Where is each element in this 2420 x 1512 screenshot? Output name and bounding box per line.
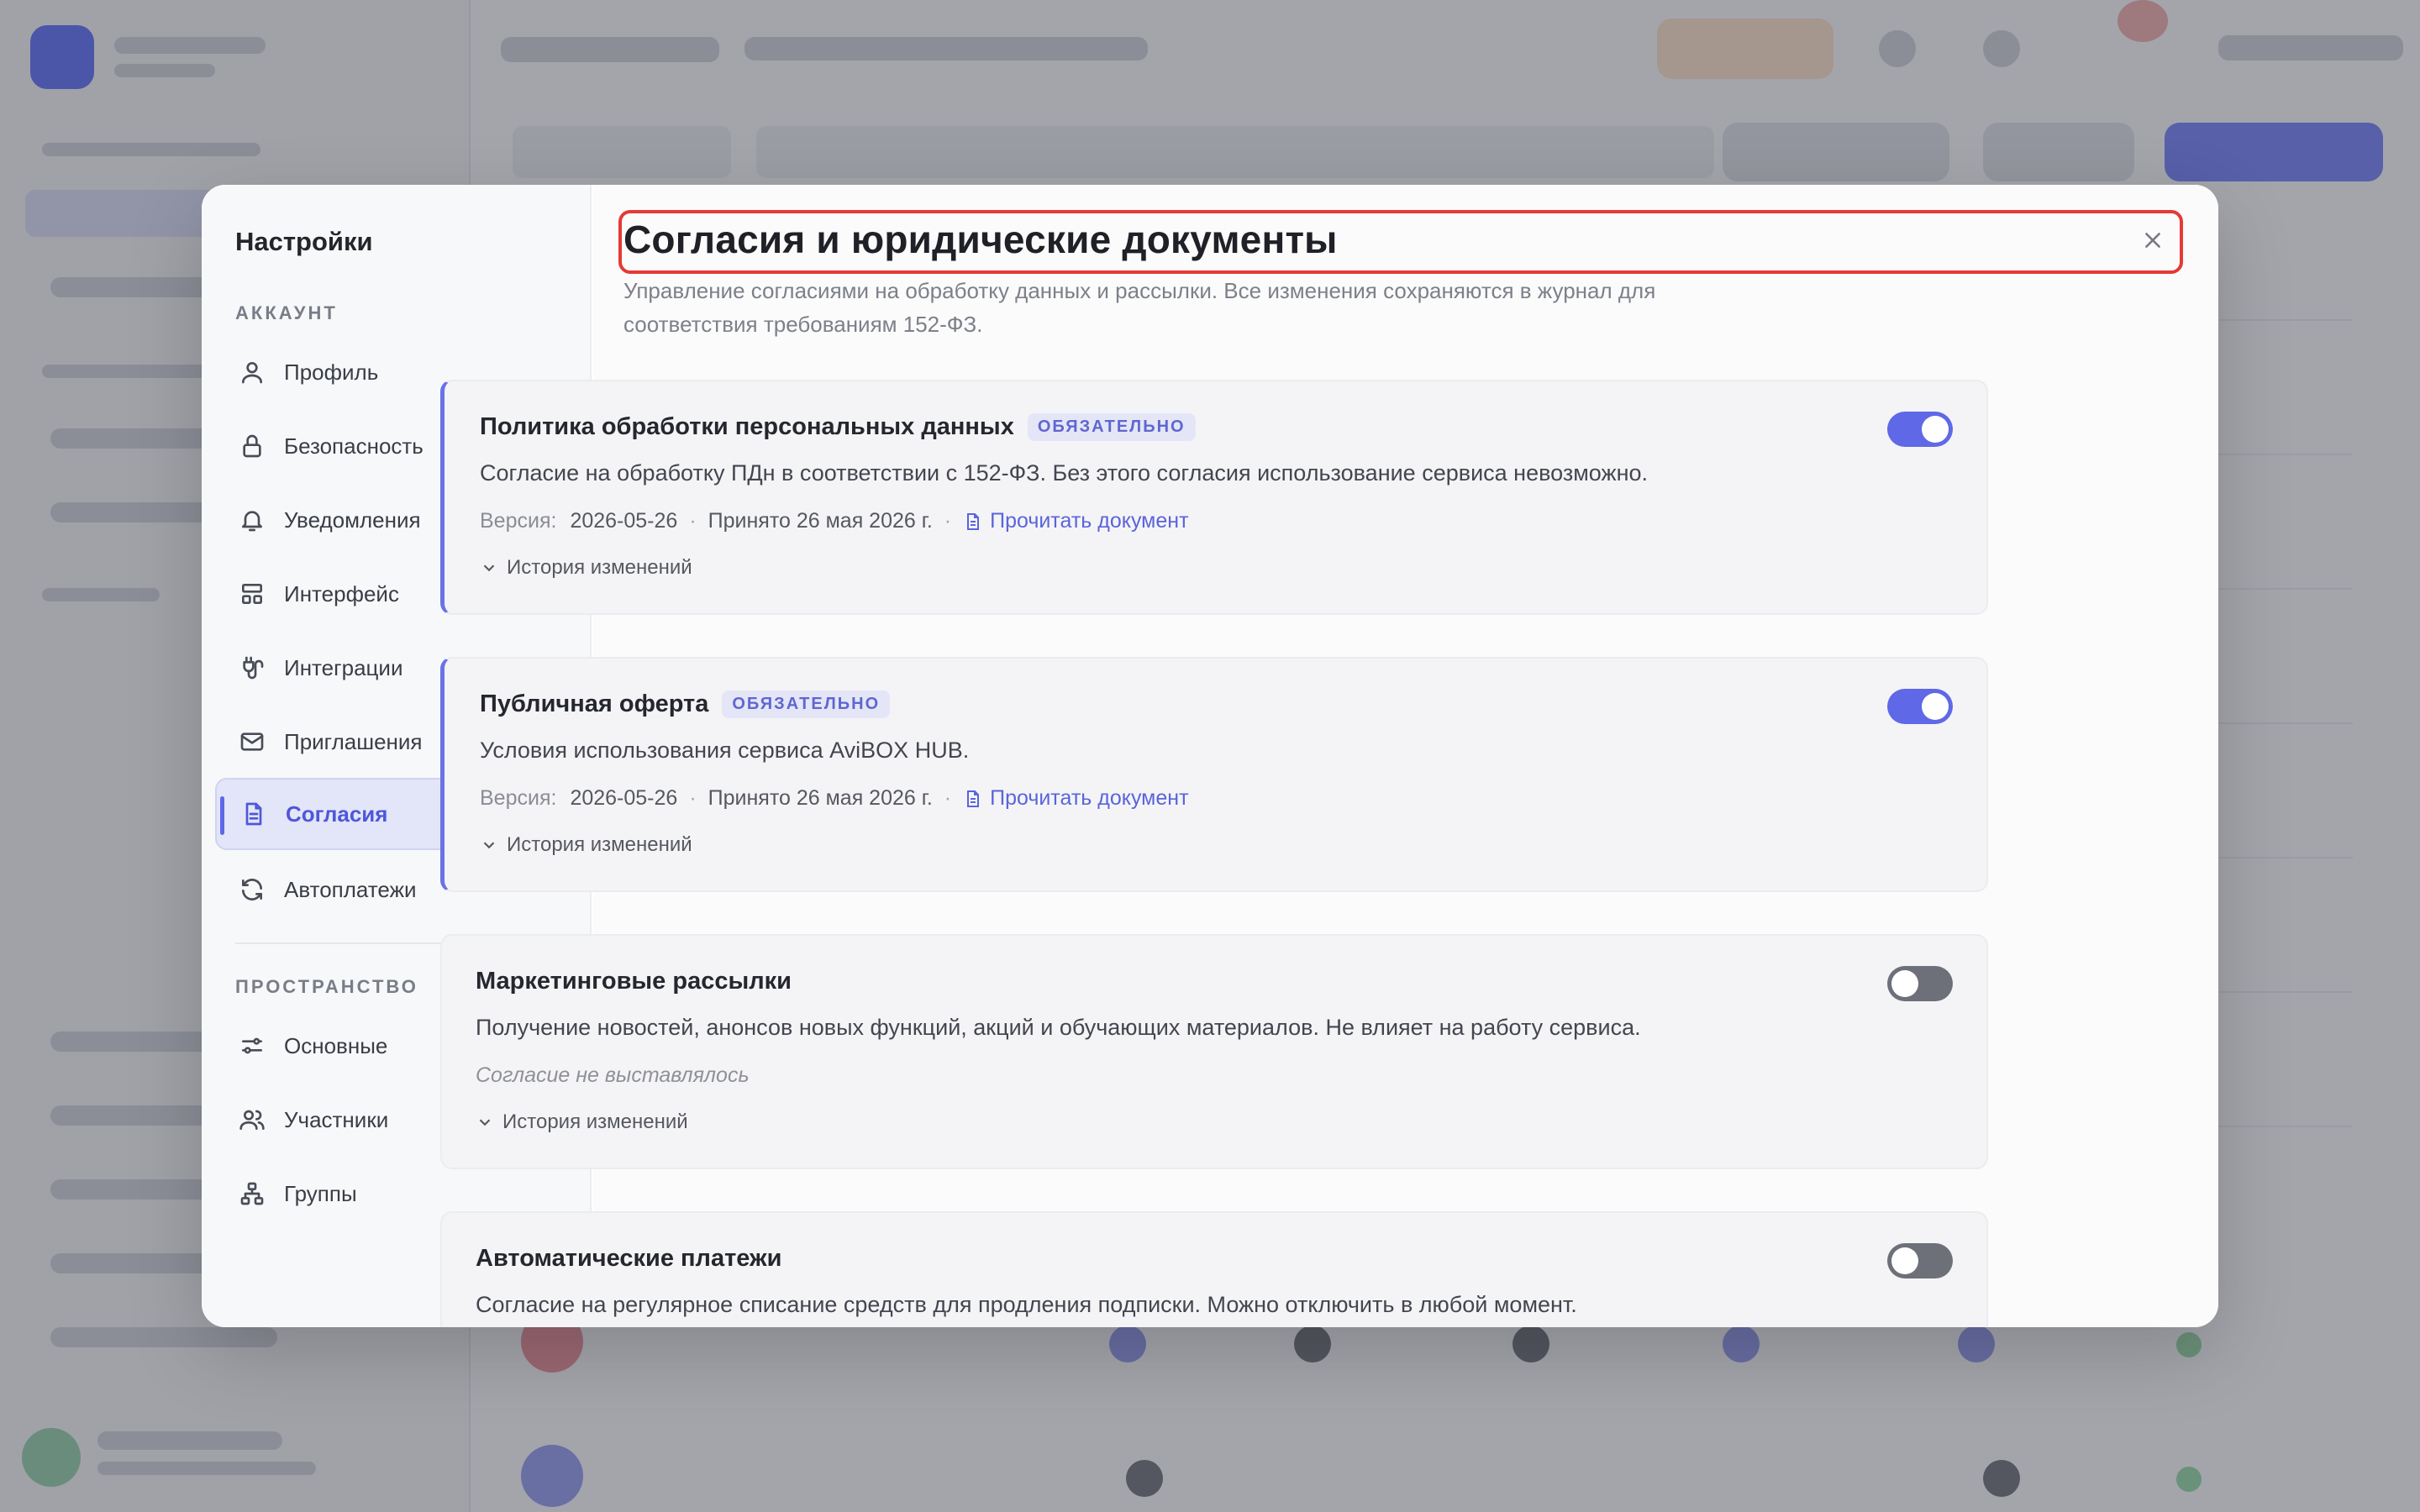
close-icon — [2145, 233, 2160, 248]
consent-status: Согласие не выставлялось — [476, 1063, 750, 1087]
users-icon — [235, 1103, 269, 1137]
bell-icon — [235, 503, 269, 537]
user-icon — [235, 355, 269, 389]
consent-description: Получение новостей, анонсов новых функци… — [476, 1015, 1641, 1040]
history-label: История изменений — [507, 556, 692, 579]
consent-title: Автоматические платежи — [476, 1245, 782, 1272]
consent-title: Публичная оферта — [480, 690, 709, 717]
read-document-link[interactable]: Прочитать документ — [963, 509, 1189, 533]
sidebar-item-label: Согласия — [286, 801, 388, 827]
read-document-label: Прочитать документ — [990, 786, 1189, 810]
document-icon — [967, 512, 980, 530]
close-button[interactable] — [2136, 223, 2170, 257]
consent-toggle[interactable] — [1887, 689, 1953, 724]
consent-card-public-offer: Публичная оферта ОБЯЗАТЕЛЬНО Условия исп… — [440, 657, 1988, 892]
plug-icon — [235, 651, 269, 685]
page-title: Согласия и юридические документы — [623, 218, 1338, 261]
layout-icon — [235, 577, 269, 611]
section-account-label: АККАУНТ — [235, 302, 338, 323]
sidebar-item-label: Интеграции — [284, 654, 403, 680]
settings-modal: Настройки АККАУНТ Профиль Безопасность У… — [202, 185, 2218, 1327]
required-badge: ОБЯЗАТЕЛЬНО — [1027, 413, 1196, 441]
toggle-knob — [1922, 693, 1949, 720]
read-document-link[interactable]: Прочитать документ — [963, 786, 1189, 811]
mail-icon — [235, 725, 269, 759]
history-label: История изменений — [502, 1110, 688, 1133]
accepted-date: Принято 26 мая 2026 г. — [708, 509, 933, 533]
lock-icon — [235, 429, 269, 463]
version-label: Версия: — [480, 509, 557, 533]
history-label: История изменений — [507, 833, 692, 856]
separator-dot: · — [689, 509, 697, 533]
settings-title: Настройки — [235, 227, 373, 256]
separator-dot: · — [944, 786, 952, 810]
required-badge: ОБЯЗАТЕЛЬНО — [722, 690, 891, 718]
chevron-down-icon — [483, 564, 495, 572]
separator-dot: · — [689, 786, 697, 810]
read-document-label: Прочитать документ — [990, 509, 1189, 533]
consent-toggle[interactable] — [1887, 412, 1953, 447]
consent-description: Согласие на регулярное списание средств … — [476, 1292, 1577, 1317]
sidebar-item-label: Профиль — [284, 359, 379, 385]
toggle-knob — [1891, 970, 1918, 997]
version-value: 2026-05-26 — [570, 786, 678, 810]
consent-card-autopayments: Автоматические платежи Согласие на регул… — [440, 1211, 1988, 1327]
chevron-down-icon — [479, 1119, 491, 1126]
sidebar-item-label: Уведомления — [284, 507, 421, 533]
section-space-label: ПРОСТРАНСТВО — [235, 976, 418, 997]
sliders-icon — [235, 1029, 269, 1063]
history-toggle[interactable]: История изменений — [480, 833, 692, 857]
sidebar-item-label: Интерфейс — [284, 580, 399, 606]
version-value: 2026-05-26 — [570, 509, 678, 533]
history-toggle[interactable]: История изменений — [476, 1110, 688, 1134]
document-icon — [237, 797, 271, 831]
history-toggle[interactable]: История изменений — [480, 556, 692, 580]
consent-description: Условия использования сервиса AviBOX HUB… — [480, 738, 970, 763]
hierarchy-icon — [235, 1177, 269, 1210]
chevron-down-icon — [483, 842, 495, 849]
sidebar-item-label: Приглашения — [284, 728, 423, 754]
accepted-date: Принято 26 мая 2026 г. — [708, 786, 933, 810]
toggle-knob — [1922, 416, 1949, 443]
sidebar-item-label: Безопасность — [284, 433, 424, 459]
consent-toggle[interactable] — [1887, 1243, 1953, 1278]
consent-card-privacy-policy: Политика обработки персональных данных О… — [440, 380, 1988, 615]
consent-card-marketing: Маркетинговые рассылки Получение новосте… — [440, 934, 1988, 1169]
consent-title: Политика обработки персональных данных — [480, 413, 1014, 440]
version-label: Версия: — [480, 786, 557, 810]
consent-title: Маркетинговые рассылки — [476, 968, 792, 995]
toggle-knob — [1891, 1247, 1918, 1274]
refresh-icon — [235, 873, 269, 906]
sidebar-item-label: Группы — [284, 1180, 357, 1206]
sidebar-item-label: Участники — [284, 1106, 389, 1132]
separator-dot: · — [944, 509, 952, 533]
consent-meta: Версия: 2026-05-26 · Принято 26 мая 2026… — [480, 786, 1189, 811]
consent-toggle[interactable] — [1887, 966, 1953, 1001]
consent-meta: Версия: 2026-05-26 · Принято 26 мая 2026… — [480, 509, 1189, 533]
sidebar-item-label: Автоплатежи — [284, 876, 417, 902]
page-subtitle: Управление согласиями на обработку данны… — [623, 278, 1656, 337]
sidebar-item-label: Основные — [284, 1032, 388, 1058]
consent-description: Согласие на обработку ПДн в соответствии… — [480, 460, 1648, 486]
document-icon — [967, 790, 980, 807]
